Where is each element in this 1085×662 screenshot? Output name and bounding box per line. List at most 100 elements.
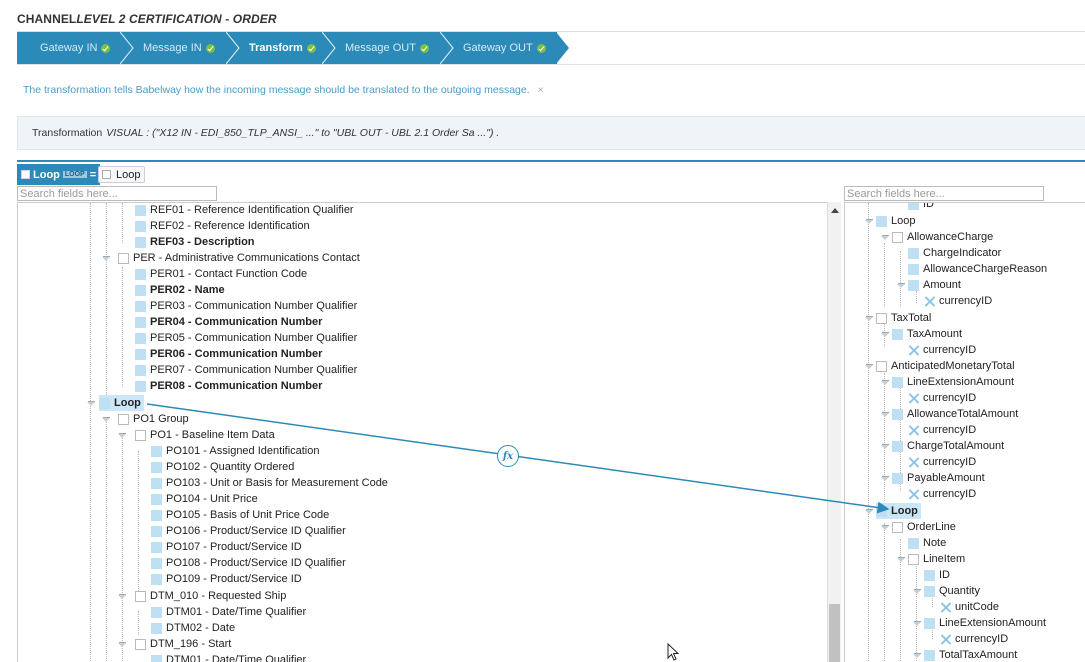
- source-tree-node[interactable]: REF02 - Reference Identification: [135, 218, 310, 234]
- target-tree-node[interactable]: AllowanceChargeReason: [908, 261, 1047, 277]
- source-tree-node[interactable]: PER02 - Name: [135, 282, 225, 298]
- expand-toggle-icon[interactable]: [913, 651, 923, 659]
- target-tree-node[interactable]: currencyID: [908, 486, 976, 502]
- source-tree-node[interactable]: DTM01 - Date/Time Qualifier: [151, 604, 306, 620]
- source-tree-node[interactable]: PO103 - Unit or Basis for Measurement Co…: [151, 475, 388, 491]
- source-tree-node[interactable]: PER05 - Communication Number Qualifier: [135, 330, 357, 346]
- source-tree-node[interactable]: REF01 - Reference Identification Qualifi…: [135, 203, 354, 218]
- target-tree-node[interactable]: currencyID: [924, 293, 992, 309]
- expand-toggle-icon[interactable]: [897, 555, 907, 563]
- target-tree-node[interactable]: ID: [924, 567, 950, 583]
- source-tree-node[interactable]: PO109 - Product/Service ID: [151, 571, 302, 587]
- source-search-input[interactable]: [17, 186, 217, 201]
- expand-toggle-icon[interactable]: [897, 281, 907, 289]
- source-tree-node[interactable]: PER04 - Communication Number: [135, 314, 322, 330]
- expand-toggle-icon[interactable]: [881, 523, 891, 531]
- expand-toggle-icon[interactable]: [865, 314, 875, 322]
- source-tree-node[interactable]: PO1 Group: [118, 411, 189, 427]
- source-tree-node[interactable]: PER06 - Communication Number: [135, 346, 322, 362]
- source-tree-node[interactable]: DTM02 - Date: [151, 620, 235, 636]
- target-tree-node[interactable]: currencyID: [908, 422, 976, 438]
- target-tree-node[interactable]: LineExtensionAmount: [924, 615, 1046, 631]
- target-tree-node[interactable]: ID: [908, 203, 934, 212]
- function-icon[interactable]: fx: [497, 445, 519, 467]
- source-tree-node[interactable]: PO104 - Unit Price: [151, 491, 258, 507]
- source-tree-node[interactable]: PER01 - Contact Function Code: [135, 266, 307, 282]
- expand-toggle-icon[interactable]: [87, 399, 97, 407]
- source-tree-node[interactable]: DTM_010 - Requested Ship: [135, 588, 286, 604]
- expand-toggle-icon[interactable]: [881, 233, 891, 241]
- target-tree-node[interactable]: TaxAmount: [892, 326, 962, 342]
- source-tree-node[interactable]: PO105 - Basis of Unit Price Code: [151, 507, 329, 523]
- expand-toggle-icon[interactable]: [881, 330, 891, 338]
- transformation-value[interactable]: VISUAL : ("X12 IN - EDI_850_TLP_ANSI_ ..…: [106, 127, 499, 139]
- source-tree-node[interactable]: PO108 - Product/Service ID Qualifier: [151, 555, 346, 571]
- target-tree-node[interactable]: AllowanceCharge: [892, 229, 993, 245]
- source-tree-node[interactable]: PO106 - Product/Service ID Qualifier: [151, 523, 346, 539]
- loop-icon: [21, 170, 30, 179]
- target-tree-node[interactable]: Loop: [876, 213, 915, 229]
- expand-toggle-icon[interactable]: [881, 474, 891, 482]
- source-scrollbar[interactable]: [827, 202, 841, 662]
- target-tree-node[interactable]: TaxTotal: [876, 310, 931, 326]
- target-tree-node[interactable]: AnticipatedMonetaryTotal: [876, 358, 1015, 374]
- expand-toggle-icon[interactable]: [913, 619, 923, 627]
- field-icon: [135, 220, 146, 232]
- step-gateway-out[interactable]: Gateway OUT: [441, 32, 569, 64]
- target-tree-node[interactable]: unitCode: [940, 599, 999, 615]
- expand-toggle-icon[interactable]: [102, 254, 112, 262]
- target-tree-node[interactable]: ChargeTotalAmount: [892, 438, 1004, 454]
- close-icon[interactable]: ×: [538, 84, 544, 96]
- step-message-in[interactable]: Message IN: [121, 32, 240, 64]
- step-message-out[interactable]: Message OUT: [323, 32, 454, 64]
- target-loop-chip[interactable]: Loop: [98, 166, 146, 183]
- target-tree-node[interactable]: currencyID: [940, 631, 1008, 647]
- expand-toggle-icon[interactable]: [913, 587, 923, 595]
- source-tree-node[interactable]: PO1 - Baseline Item Data: [135, 427, 275, 443]
- tree-node-label: PER01 - Contact Function Code: [150, 268, 308, 280]
- target-tree-node[interactable]: currencyID: [908, 342, 976, 358]
- expand-toggle-icon[interactable]: [881, 410, 891, 418]
- source-tree-node[interactable]: PER08 - Communication Number: [135, 378, 322, 394]
- target-tree-node[interactable]: OrderLine: [892, 519, 956, 535]
- target-tree-node[interactable]: Amount: [908, 277, 961, 293]
- expand-toggle-icon[interactable]: [865, 362, 875, 370]
- scroll-thumb[interactable]: [829, 604, 840, 662]
- target-tree-node[interactable]: LineExtensionAmount: [892, 374, 1014, 390]
- source-tree-node[interactable]: PO102 - Quantity Ordered: [151, 459, 294, 475]
- target-tree-node[interactable]: LineItem: [908, 551, 965, 567]
- target-tree-node[interactable]: PayableAmount: [892, 470, 985, 486]
- step-transform[interactable]: Transform: [227, 32, 336, 64]
- source-tree-node[interactable]: PO107 - Product/Service ID: [151, 539, 302, 555]
- expand-toggle-icon[interactable]: [881, 378, 891, 386]
- step-gateway-in[interactable]: Gateway IN: [17, 32, 134, 64]
- target-tree-node[interactable]: currencyID: [908, 454, 976, 470]
- expand-toggle-icon[interactable]: [881, 442, 891, 450]
- target-tree-node[interactable]: Note: [908, 535, 946, 551]
- expand-toggle-icon[interactable]: [102, 415, 112, 423]
- expand-toggle-icon[interactable]: [118, 592, 128, 600]
- source-loop-node-selected[interactable]: Loop: [99, 395, 144, 411]
- field-icon: [924, 585, 935, 597]
- source-tree-node[interactable]: PER - Administrative Communications Cont…: [118, 250, 360, 266]
- expand-toggle-icon[interactable]: [118, 640, 128, 648]
- target-search-input[interactable]: [844, 186, 1044, 201]
- target-tree-node[interactable]: currencyID: [908, 390, 976, 406]
- source-loop-chip[interactable]: Loop LOOP =: [17, 164, 101, 185]
- expand-toggle-icon[interactable]: [865, 507, 875, 515]
- target-tree-node[interactable]: ChargeIndicator: [908, 245, 1001, 261]
- source-tree-node[interactable]: REF03 - Description: [135, 234, 255, 250]
- expand-toggle-icon[interactable]: [118, 431, 128, 439]
- target-tree-node[interactable]: TotalTaxAmount: [924, 647, 1017, 662]
- source-tree-node[interactable]: DTM_196 - Start: [135, 636, 231, 652]
- source-tree-node[interactable]: PER03 - Communication Number Qualifier: [135, 298, 357, 314]
- tree-node-label: PO107 - Product/Service ID: [166, 541, 302, 553]
- source-tree-node[interactable]: PO101 - Assigned Identification: [151, 443, 319, 459]
- target-tree-node[interactable]: Quantity: [924, 583, 980, 599]
- target-tree-node[interactable]: AllowanceTotalAmount: [892, 406, 1018, 422]
- scroll-up-arrow-icon[interactable]: [831, 208, 839, 213]
- expand-toggle-icon[interactable]: [865, 217, 875, 225]
- target-loop-node-selected[interactable]: Loop: [876, 503, 921, 519]
- source-tree-node[interactable]: DTM01 - Date/Time Qualifier: [151, 652, 306, 662]
- source-tree-node[interactable]: PER07 - Communication Number Qualifier: [135, 362, 357, 378]
